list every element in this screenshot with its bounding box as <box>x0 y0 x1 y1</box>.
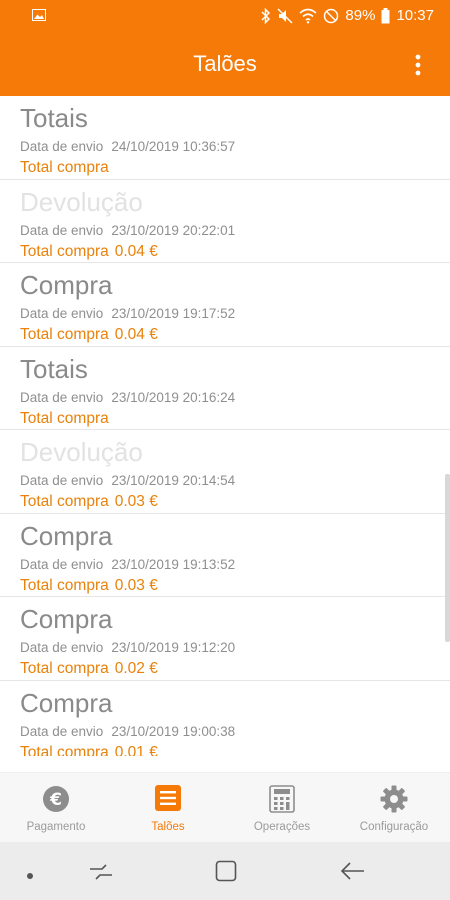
total-label: Total compra <box>20 743 109 757</box>
receipt-date-line: Data de envio 23/10/2019 20:16:24 <box>20 390 235 405</box>
receipt-total-line: Total compra 0.02 € <box>20 660 158 678</box>
total-label: Total compra <box>20 409 109 427</box>
receipt-total-line: Total compra <box>20 159 109 177</box>
page-title: Talões <box>193 51 257 76</box>
date-label: Data de envio <box>20 640 104 655</box>
nav-taloes[interactable]: Talões <box>112 773 224 843</box>
clock: 10:37 <box>396 7 434 24</box>
receipt-type: Devolução <box>20 186 143 217</box>
receipt-total-line: Total compra 0.01 € <box>20 744 158 757</box>
date-label: Data de envio <box>20 306 104 321</box>
receipt-type: Compra <box>20 520 113 551</box>
total-label: Total compra <box>20 660 109 677</box>
receipt-list-item[interactable]: Devolução Data de envio 23/10/2019 20:22:… <box>0 179 450 263</box>
total-amount: 0.03 € <box>114 493 158 510</box>
date-value: 24/10/2019 10:36:57 <box>111 139 236 154</box>
total-label: Total compra <box>20 242 109 260</box>
calculator-icon <box>269 785 295 818</box>
battery-percent: 89% <box>345 7 376 24</box>
receipt-list-icon <box>155 785 181 816</box>
total-label: Total compra <box>20 576 109 594</box>
receipt-list-item[interactable]: Compra Data de envio 23/10/2019 19:17:52 … <box>0 263 450 347</box>
nav-label: Configuração <box>359 821 429 833</box>
receipt-list-item[interactable]: Devolução Data de envio 23/10/2019 20:14:… <box>0 430 450 514</box>
bottom-navigation: € Pagamento Talões Operações Configuraçã… <box>0 772 450 842</box>
receipt-type: Compra <box>20 604 113 634</box>
receipt-total-line: Total compra <box>20 410 109 428</box>
gallery-notification-icon <box>32 8 46 26</box>
date-value: 23/10/2019 20:22:01 <box>111 222 236 238</box>
receipt-type: Devolução <box>20 437 143 467</box>
total-label: Total compra <box>20 159 109 176</box>
euro-icon: € <box>42 785 70 818</box>
nav-configuracao[interactable]: Configuração <box>338 773 450 843</box>
do-not-disturb-icon <box>323 8 339 24</box>
svg-text:€: € <box>49 790 62 810</box>
date-label: Data de envio <box>20 222 104 238</box>
bluetooth-icon <box>261 7 271 24</box>
receipt-list-item[interactable]: Compra Data de envio 23/10/2019 19:00:38 … <box>0 680 450 757</box>
receipt-type: Totais <box>20 103 88 133</box>
receipt-type: Compra <box>20 270 113 300</box>
more-vert-icon <box>415 54 421 76</box>
receipt-date-line: Data de envio 23/10/2019 19:13:52 <box>20 557 235 572</box>
date-label: Data de envio <box>20 723 104 739</box>
back-icon[interactable] <box>340 861 366 886</box>
receipt-date-line: Data de envio 23/10/2019 20:22:01 <box>20 223 235 238</box>
scrollbar-thumb[interactable] <box>445 474 450 642</box>
wifi-icon <box>299 8 317 24</box>
mute-icon <box>277 7 293 24</box>
receipt-list-item[interactable]: Compra Data de envio 23/10/2019 19:13:52 … <box>0 513 450 597</box>
date-label: Data de envio <box>20 556 104 572</box>
date-value: 23/10/2019 19:13:52 <box>111 556 236 572</box>
receipt-total-line: Total compra 0.03 € <box>20 577 158 595</box>
receipt-type: Totais <box>20 353 88 384</box>
total-amount: 0.02 € <box>114 660 158 677</box>
status-bar: 89% 10:37 <box>0 0 450 34</box>
total-amount: 0.04 € <box>114 242 158 260</box>
date-label: Data de envio <box>20 389 104 405</box>
system-navigation-bar <box>0 842 450 900</box>
date-value: 23/10/2019 19:17:52 <box>111 306 236 321</box>
receipt-type: Compra <box>20 687 113 718</box>
receipt-date-line: Data de envio 24/10/2019 10:36:57 <box>20 139 235 154</box>
gear-icon <box>380 785 408 818</box>
app-toolbar: Talões <box>0 34 450 96</box>
dot-indicator-icon[interactable] <box>26 867 34 885</box>
date-value: 23/10/2019 20:14:54 <box>111 473 236 488</box>
date-label: Data de envio <box>20 473 104 488</box>
date-value: 23/10/2019 19:12:20 <box>111 640 236 655</box>
total-label: Total compra <box>20 493 109 510</box>
receipt-date-line: Data de envio 23/10/2019 19:00:38 <box>20 724 235 739</box>
nav-label: Operações <box>253 821 311 833</box>
receipt-list[interactable]: Totais Data de envio 24/10/2019 10:36:57 … <box>0 96 450 756</box>
receipt-total-line: Total compra 0.03 € <box>20 493 158 511</box>
receipt-list-item[interactable]: Totais Data de envio 24/10/2019 10:36:57 … <box>0 96 450 180</box>
total-label: Total compra <box>20 326 109 343</box>
total-amount: 0.04 € <box>114 326 158 343</box>
home-icon[interactable] <box>215 860 237 887</box>
overflow-menu-button[interactable] <box>406 50 430 80</box>
total-amount: 0.03 € <box>114 576 158 594</box>
receipt-date-line: Data de envio 23/10/2019 19:12:20 <box>20 640 235 655</box>
nav-label: Pagamento <box>26 821 86 833</box>
date-value: 23/10/2019 20:16:24 <box>111 389 236 405</box>
receipt-list-item[interactable]: Totais Data de envio 23/10/2019 20:16:24 … <box>0 346 450 430</box>
nav-pagamento[interactable]: € Pagamento <box>0 773 112 843</box>
receipt-date-line: Data de envio 23/10/2019 19:17:52 <box>20 306 235 321</box>
nav-operacoes[interactable]: Operações <box>226 773 338 843</box>
date-value: 23/10/2019 19:00:38 <box>111 723 236 739</box>
receipt-total-line: Total compra 0.04 € <box>20 326 158 344</box>
battery-icon <box>381 7 390 24</box>
total-amount: 0.01 € <box>114 743 158 757</box>
receipt-list-item[interactable]: Compra Data de envio 23/10/2019 19:12:20 … <box>0 597 450 681</box>
receipt-total-line: Total compra 0.04 € <box>20 243 158 261</box>
recent-apps-icon[interactable] <box>88 862 114 887</box>
nav-label: Talões <box>151 821 185 833</box>
receipt-date-line: Data de envio 23/10/2019 20:14:54 <box>20 473 235 488</box>
date-label: Data de envio <box>20 139 104 154</box>
